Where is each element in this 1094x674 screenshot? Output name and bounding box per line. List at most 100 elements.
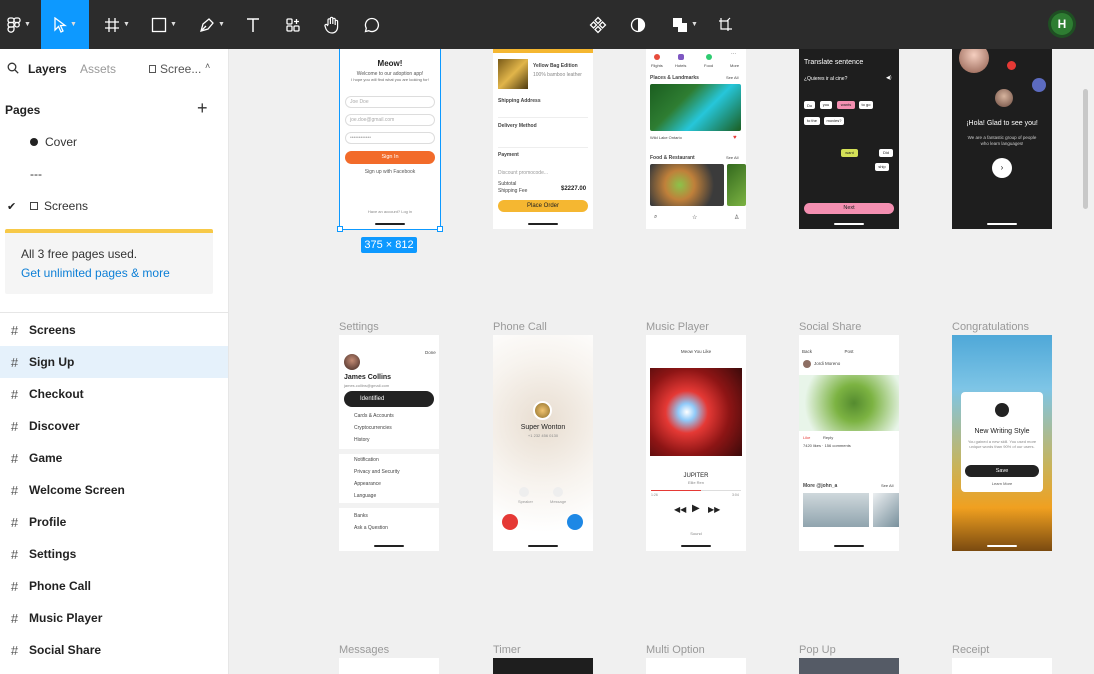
boolean-button[interactable]: ▼ [665,0,705,49]
tab-more[interactable]: More [730,63,739,68]
next-button[interactable]: Next [804,203,894,214]
frame-multi-option[interactable] [646,658,746,674]
place-order-button[interactable]: Place Order [498,200,588,212]
resources-tool-button[interactable] [280,0,306,49]
pen-tool-button[interactable]: ▼ [193,0,231,49]
tab-assets[interactable]: Assets [80,62,116,76]
page-item-cover[interactable]: Cover [0,126,228,158]
settings-item[interactable]: Cards & Accounts [354,413,394,419]
hand-tool-button[interactable] [319,0,345,49]
answer-chip[interactable]: want [841,149,858,157]
checkout-delivery[interactable]: Delivery Method [498,123,537,129]
next-icon[interactable]: ▶▶ [708,505,720,514]
page-item-divider[interactable]: --- [0,158,228,190]
tab-layers[interactable]: Layers [28,62,67,76]
frame-receipt[interactable] [952,658,1052,674]
message-icon[interactable] [553,487,563,497]
frame-game[interactable]: Translate sentence ¿Quieres ir al cine? … [799,49,899,229]
upsell-link[interactable]: Get unlimited pages & more [21,266,197,280]
identified-badge[interactable]: Identified [344,391,434,407]
frame-label-multi-option[interactable]: Multi Option [646,644,705,656]
frame-congratulations[interactable]: New Writing Style You gained a new skill… [952,335,1052,551]
mask-button[interactable] [625,0,651,49]
frame-label-phone-call[interactable]: Phone Call [493,321,547,333]
shape-tool-button[interactable]: ▼ [145,0,183,49]
component-button[interactable] [585,0,611,49]
frame-timer[interactable] [493,658,593,674]
thumbnail[interactable] [873,493,899,527]
signup-sign-in-button[interactable]: Sign In [345,151,435,164]
frame-label-timer[interactable]: Timer [493,644,521,656]
text-tool-button[interactable] [240,0,266,49]
layer-item[interactable]: # Phone Call [0,570,228,602]
layer-item[interactable]: # Game [0,442,228,474]
canvas[interactable]: Meow! Welcome to our adoption app! I hop… [230,49,1094,674]
like-button[interactable]: Like [803,435,810,440]
frame-label-music-player[interactable]: Music Player [646,321,709,333]
page-selector[interactable]: Scree... [160,62,201,76]
layer-item[interactable]: # Social Share [0,634,228,666]
frame-label-social-share[interactable]: Social Share [799,321,861,333]
speaker-icon[interactable]: ◀) [886,75,892,81]
end-call-button[interactable] [502,514,518,530]
frame-phone-call[interactable]: Super Wonton +1 232 456 0130 Speaker Mes… [493,335,593,551]
checkout-shipping[interactable]: Shipping Address [498,98,541,104]
sound-label[interactable]: Sound [646,531,746,536]
frame-label-pop-up[interactable]: Pop Up [799,644,836,656]
signup-email-field[interactable]: joe.doe@gmail.com [345,114,435,126]
reply-button[interactable]: Reply [823,435,833,440]
save-button[interactable]: Save [965,465,1039,477]
previous-icon[interactable]: ◀◀ [674,505,686,514]
done-button[interactable]: Done [425,350,436,355]
resize-handle[interactable] [337,226,343,232]
answer-chip[interactable]: ship [875,163,889,171]
signup-facebook-link[interactable]: Sign up with Facebook [340,169,440,175]
checkout-discount[interactable]: Discount promocode... [498,170,548,176]
chevron-up-icon[interactable]: ˄ [205,61,210,71]
flights-icon[interactable] [654,54,660,60]
next-arrow-button[interactable]: › [992,158,1012,178]
frame-social-share[interactable]: Back Post Jordi Moreno Like Reply 7420 l… [799,335,899,551]
search-icon[interactable]: ⌕ [654,214,657,221]
tab-flights[interactable]: Flights [651,63,663,68]
signup-name-field[interactable]: Joe Doe [345,96,435,108]
see-all-link[interactable]: See All [881,483,893,488]
page-item-screens[interactable]: ✔ Screens [0,190,228,222]
frame-music-player[interactable]: Meow You Like JUPITER Ellie Ren 1:26 3:0… [646,335,746,551]
signup-footer[interactable]: Have an account? Log in [340,209,440,214]
resize-handle[interactable] [437,226,443,232]
play-icon[interactable]: ▶ [692,503,700,514]
star-icon[interactable]: ☆ [692,214,697,221]
word-chip[interactable]: to the [804,117,820,125]
word-chip-selected[interactable]: wants [837,101,855,109]
layer-item[interactable]: # Profile [0,506,228,538]
settings-item[interactable]: Privacy and Security [354,469,400,475]
comment-tool-button[interactable] [359,0,385,49]
settings-item[interactable]: Appearance [354,481,381,487]
frame-label-messages[interactable]: Messages [339,644,389,656]
layer-item[interactable]: # Welcome Screen [0,474,228,506]
frame-label-settings[interactable]: Settings [339,321,379,333]
frame-label-congratulations[interactable]: Congratulations [952,321,1029,333]
word-chip[interactable]: you [820,101,832,109]
tab-hotels[interactable]: Hotels [675,63,686,68]
food-image[interactable] [650,164,724,206]
settings-item[interactable]: Cryptocurrencies [354,425,392,431]
layer-item[interactable]: # Settings [0,538,228,570]
layer-item[interactable]: # Screens [0,314,228,346]
settings-item[interactable]: Notification [354,457,379,463]
place-image[interactable] [650,84,741,131]
learn-more-link[interactable]: Learn More [961,481,1043,486]
vertical-scrollbar[interactable] [1083,89,1088,209]
settings-item[interactable]: History [354,437,370,443]
word-chip[interactable]: movies? [824,117,844,125]
thumbnail[interactable] [803,493,869,527]
search-icon[interactable] [7,62,19,74]
frame-checkout[interactable]: Yellow Bag Edition 100% bamboo leather S… [493,49,593,229]
move-tool-button[interactable]: ▼ [41,0,89,49]
see-all-link[interactable]: See All [726,75,738,80]
frame-label-receipt[interactable]: Receipt [952,644,989,656]
frame-discover[interactable]: ··· Flights Hotels Food More Places & La… [646,49,746,229]
frame-messages[interactable] [339,658,439,674]
heart-icon[interactable]: ♥ [733,135,737,141]
